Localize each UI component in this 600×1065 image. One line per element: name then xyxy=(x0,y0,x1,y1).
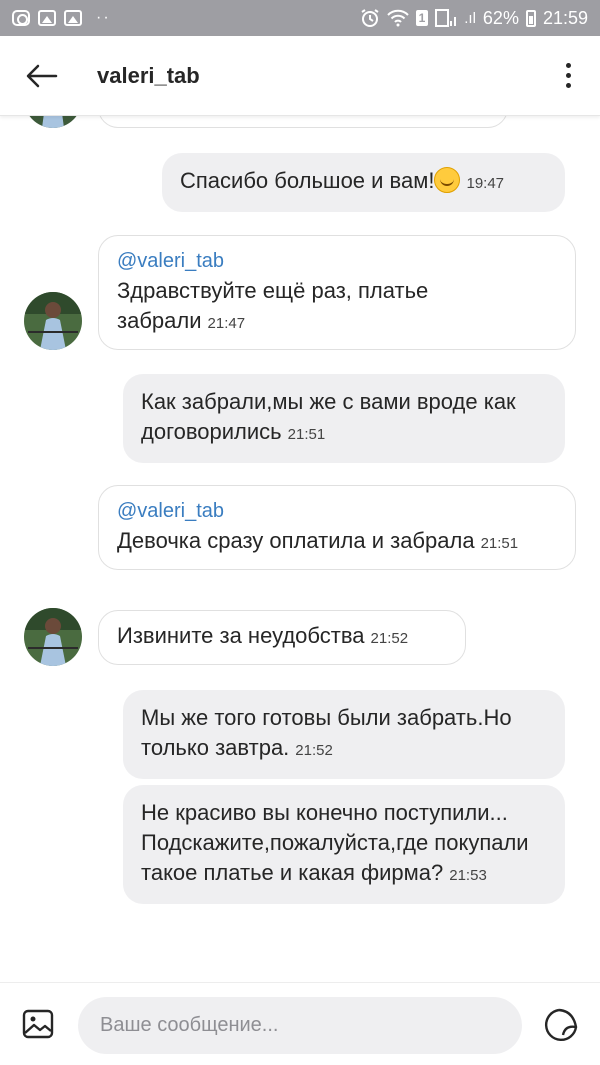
signal-icon xyxy=(435,9,457,27)
message-time: 21:51 xyxy=(480,535,519,552)
message-time: 21:52 xyxy=(370,630,409,647)
image-icon xyxy=(64,10,82,26)
message-bubble-outgoing[interactable]: Как забрали,мы же с вами вроде как догов… xyxy=(123,374,565,463)
message-list[interactable]: Спасибо большое и вам! 19:47 @valeri_tab … xyxy=(0,116,600,982)
message-time: 21:52 xyxy=(295,742,333,759)
message-bubble-outgoing[interactable]: Не красиво вы конечно поступили... Подск… xyxy=(123,785,565,904)
message-time: 21:51 xyxy=(287,426,326,443)
message-text: Как забрали,мы же с вами вроде как догов… xyxy=(141,389,516,444)
wifi-icon xyxy=(386,9,409,27)
message-text: Извините за неудобства xyxy=(117,623,365,648)
message-bubble-incoming[interactable]: @valeri_tab Девочка сразу оплатила и заб… xyxy=(98,485,576,570)
avatar[interactable] xyxy=(24,608,82,666)
message-bubble-outgoing[interactable]: Мы же того готовы были забрать.Но только… xyxy=(123,690,565,779)
sim-icon: 1 xyxy=(415,10,429,26)
battery-icon xyxy=(525,9,536,27)
battery-percent: 62% xyxy=(482,7,519,28)
message-bubble-outgoing[interactable]: Спасибо большое и вам! 19:47 xyxy=(162,153,565,212)
message-time: 19:47 xyxy=(466,175,505,192)
message-text: Спасибо большое и вам! xyxy=(180,168,435,193)
status-time: 21:59 xyxy=(542,7,588,28)
instagram-icon xyxy=(12,10,30,26)
more-notifications-icon: ·· xyxy=(96,9,111,26)
back-button[interactable] xyxy=(22,56,62,96)
reply-mention[interactable]: @valeri_tab xyxy=(117,246,557,276)
sticker-icon[interactable] xyxy=(543,1007,579,1043)
chat-header: valeri_tab xyxy=(0,36,600,116)
message-time: 21:47 xyxy=(207,315,246,332)
message-bubble-partial xyxy=(98,116,508,128)
message-bubble-incoming[interactable]: @valeri_tab Здравствуйте ещё раз, платье… xyxy=(98,235,576,350)
message-bubble-incoming[interactable]: Извините за неудобства 21:52 xyxy=(98,610,466,665)
conversation-title[interactable]: valeri_tab xyxy=(97,63,200,89)
message-time: 21:53 xyxy=(449,867,487,884)
avatar[interactable] xyxy=(24,292,82,350)
alarm-icon xyxy=(361,9,379,27)
more-options-button[interactable] xyxy=(558,56,578,96)
message-text: Девочка сразу оплатила и забрала xyxy=(117,528,475,553)
arrow-left-icon xyxy=(26,64,58,87)
avatar[interactable] xyxy=(24,116,82,128)
message-composer xyxy=(0,982,600,1065)
message-text: Здравствуйте ещё раз, платье забрали xyxy=(117,278,429,333)
image-icon xyxy=(38,10,56,26)
status-bar: ·· 1 .ıl 62% 21:59 xyxy=(0,0,600,36)
message-input[interactable] xyxy=(78,997,522,1054)
image-icon[interactable] xyxy=(22,1008,54,1040)
signal-bars-icon: .ıl xyxy=(464,9,476,27)
smiling-face-icon xyxy=(434,167,461,193)
reply-mention[interactable]: @valeri_tab xyxy=(117,496,557,526)
more-vertical-icon xyxy=(565,63,571,68)
